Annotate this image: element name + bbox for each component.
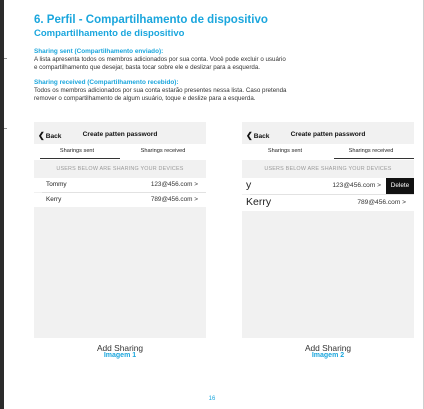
left-page-edge <box>0 0 4 409</box>
image-caption-2: Imagem 2 <box>311 352 345 359</box>
list-item[interactable]: Kerry 789@456.com > <box>242 195 414 211</box>
edge-mark <box>4 58 7 59</box>
user-name: Kerry <box>46 196 62 203</box>
nav-bar: ❮Back Create patten password <box>34 126 206 144</box>
user-name: Tommy <box>46 181 67 188</box>
text-line: A lista apresenta todos os membros adici… <box>34 56 286 63</box>
tab-sharings-received[interactable]: Sharings received <box>120 148 206 154</box>
screen-title: Create patten password <box>82 131 158 138</box>
page-number: 16 <box>208 396 216 402</box>
tab-sharings-sent[interactable]: Sharings sent <box>34 148 120 154</box>
text-line: Todos os membros adicionados por sua con… <box>34 87 287 94</box>
list-hint: USERS BELOW ARE SHARING YOUR DEVICES <box>56 166 184 172</box>
image-caption-1: Imagem 1 <box>103 352 137 359</box>
delete-button[interactable]: Delete <box>386 178 414 194</box>
edge-mark <box>4 128 7 129</box>
text-line: remover o compartilhamento de algum usuá… <box>34 95 256 103</box>
active-tab-indicator <box>334 158 414 159</box>
user-email: 789@456.com > <box>357 199 406 206</box>
nav-bar: ❮Back Create patten password <box>242 126 414 144</box>
list-hint: USERS BELOW ARE SHARING YOUR DEVICES <box>264 166 392 172</box>
section-text-sent: A lista apresenta todos os membros adici… <box>34 56 396 72</box>
phone-screen-2: ❮Back Create patten password Sharings se… <box>242 122 414 360</box>
phone-screen-1: ❮Back Create patten password Sharings se… <box>34 122 206 360</box>
tab-bar: Sharings sent Sharings received <box>242 144 414 160</box>
user-email: 123@456.com > <box>332 182 381 189</box>
list-item[interactable]: Tommy 123@456.com > <box>34 178 206 192</box>
section-heading-received: Sharing received (Compartilhamento receb… <box>34 79 179 86</box>
page-title: 6. Perfil - Compartilhamento de disposit… <box>34 14 268 26</box>
user-name: y <box>246 179 252 191</box>
section-text-received: Todos os membros adicionados por sua con… <box>34 87 396 103</box>
tab-sharings-received[interactable]: Sharings received <box>328 148 414 154</box>
user-email: 789@456.com > <box>150 196 198 203</box>
list-item[interactable]: Kerry 789@456.com > <box>34 193 206 207</box>
screen-title: Create patten password <box>290 131 366 138</box>
active-tab-indicator <box>40 158 120 159</box>
user-email: 123@456.com > <box>150 181 198 188</box>
tab-bar: Sharings sent Sharings received <box>34 144 206 160</box>
user-name: Kerry <box>246 196 272 208</box>
tab-sharings-sent[interactable]: Sharings sent <box>242 148 328 154</box>
section-heading-sent: Sharing sent (Compartilhamento enviado): <box>34 48 164 55</box>
text-line: e compartilhamento que desejar, basta to… <box>34 64 260 72</box>
page-subtitle: Compartilhamento de dispositivo <box>34 28 185 39</box>
list-item-swiped[interactable]: y 123@456.com > Delete <box>242 178 414 194</box>
